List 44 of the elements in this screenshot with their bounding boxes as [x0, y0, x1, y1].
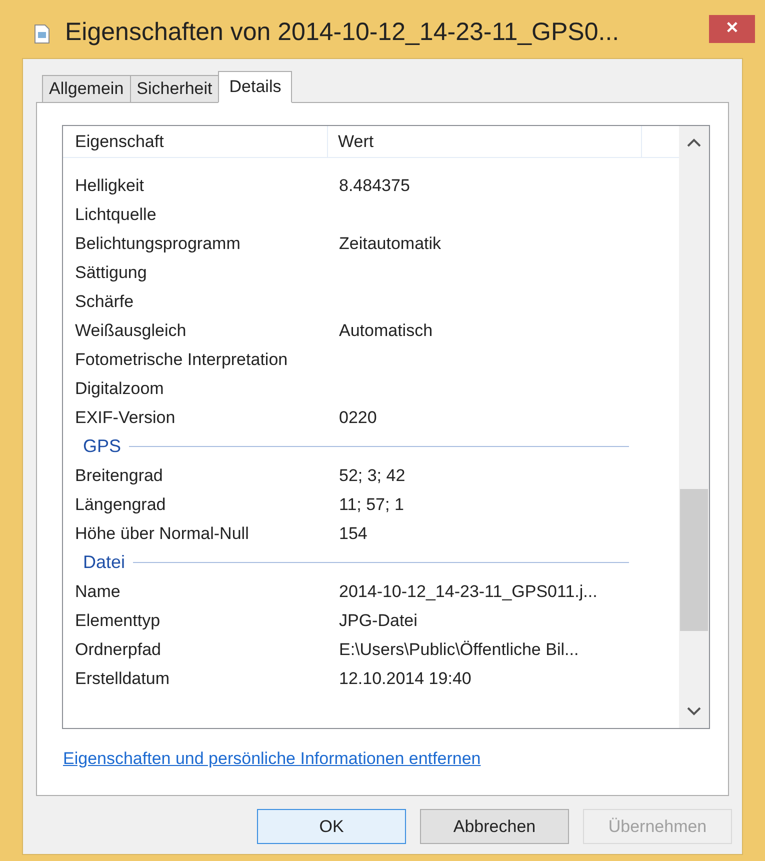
property-name: Sättigung	[74, 262, 148, 284]
property-value: 12.10.2014 19:40	[338, 668, 472, 690]
property-name: Name	[74, 580, 122, 603]
property-value: 2014-10-12_14-23-11_GPS011.j...	[338, 580, 598, 603]
property-name: Schärfe	[74, 290, 135, 313]
document-icon	[34, 24, 50, 44]
tab[interactable]: Details	[218, 71, 292, 103]
close-button[interactable]: ✕	[709, 15, 755, 43]
property-name: Erstelldatum	[74, 668, 170, 690]
chevron-down-icon[interactable]	[687, 707, 701, 716]
property-name: Helligkeit	[74, 174, 145, 197]
group-heading: GPS	[83, 435, 122, 458]
window-title: Eigenschaften von 2014-10-12_14-23-11_GPS0...	[65, 17, 620, 48]
property-name: Fotometrische Interpretation	[74, 348, 289, 371]
column-header[interactable]: Eigenschaft	[63, 126, 328, 157]
property-name: Weißausgleich	[74, 320, 188, 342]
property-value: 154	[338, 522, 368, 545]
scrollbar[interactable]	[679, 126, 709, 728]
property-value: Automatisch	[338, 320, 433, 342]
property-value: Zeitautomatik	[338, 232, 442, 255]
remove-properties-link[interactable]: Eigenschaften und persönliche Informationen entfernen	[63, 746, 481, 772]
group-heading: Datei	[83, 551, 126, 574]
property-name: Längengrad	[74, 494, 167, 516]
tab[interactable]: Sicherheit	[130, 75, 220, 103]
dialog-button[interactable]: Abbrechen	[420, 809, 569, 844]
property-value: 11; 57; 1	[338, 494, 404, 516]
property-name: Digitalzoom	[74, 378, 165, 400]
tab[interactable]: Allgemein	[42, 75, 131, 103]
property-value: 52; 3; 42	[338, 464, 406, 487]
property-value: 8.484375	[338, 174, 410, 197]
property-name: Breitengrad	[74, 464, 164, 487]
column-header[interactable]: Wert	[328, 126, 642, 157]
property-value: JPG-Datei	[338, 610, 418, 632]
property-value: E:\Users\Public\Öffentliche Bil...	[338, 638, 579, 661]
property-value: 0220	[338, 406, 377, 429]
property-name: Belichtungsprogramm	[74, 232, 242, 255]
chevron-up-icon[interactable]	[687, 138, 701, 147]
property-name: Ordnerpfad	[74, 638, 162, 661]
property-name: Lichtquelle	[74, 204, 158, 226]
property-name: Elementtyp	[74, 610, 162, 632]
scrollbar-thumb[interactable]	[680, 489, 708, 631]
property-name: EXIF-Version	[74, 406, 176, 429]
dialog-button[interactable]: OK	[257, 809, 406, 844]
property-name: Höhe über Normal-Null	[74, 522, 250, 545]
